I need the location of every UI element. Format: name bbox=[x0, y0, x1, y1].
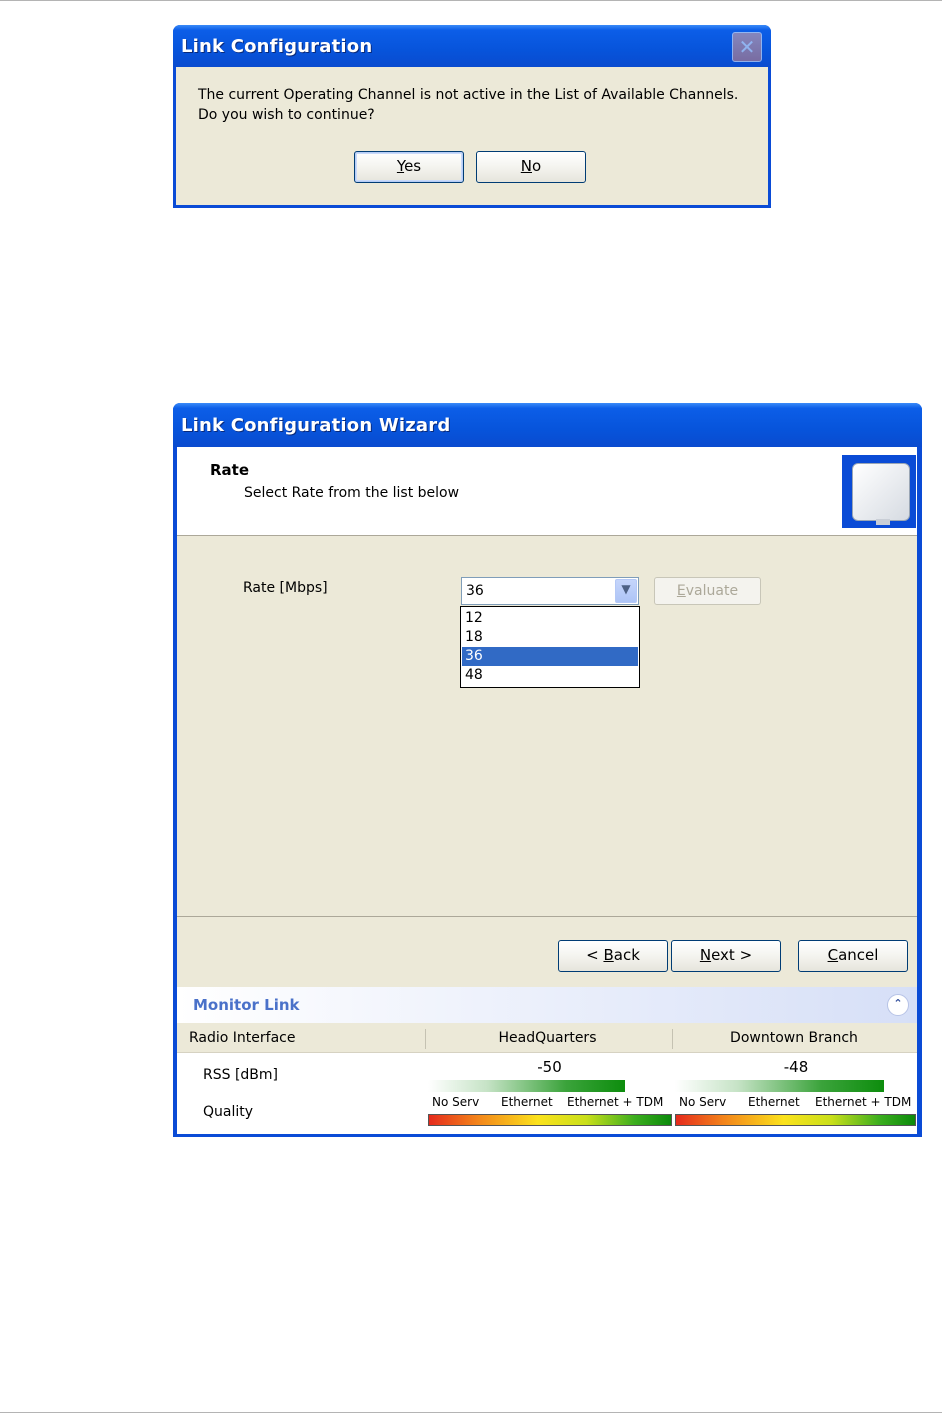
col-header-downtown-branch-label: Downtown Branch bbox=[730, 1030, 858, 1046]
cancel-accel: C bbox=[827, 946, 839, 964]
dialog-message-line2: Do you wish to continue? bbox=[198, 107, 375, 123]
rate-option-36[interactable]: 36 bbox=[462, 647, 638, 666]
rate-option-48[interactable]: 48 bbox=[462, 666, 638, 685]
close-icon[interactable]: ✕ bbox=[732, 32, 762, 62]
branch-quality-label-noserv: No Serv bbox=[679, 1095, 727, 1109]
row-label-quality: Quality bbox=[203, 1104, 254, 1120]
dialog-client: The current Operating Channel is not act… bbox=[176, 67, 768, 205]
link-configuration-dialog: Link Configuration ✕ The current Operati… bbox=[173, 25, 771, 208]
rate-dropdown-list: 12 18 36 48 bbox=[460, 606, 640, 688]
hq-quality-label-ethernet: Ethernet bbox=[501, 1095, 553, 1109]
branch-quality-bar bbox=[675, 1114, 916, 1126]
hq-rss-bar bbox=[428, 1080, 625, 1092]
yes-button[interactable]: Yes bbox=[354, 151, 464, 183]
page-top-rule bbox=[0, 0, 942, 1]
branch-rss-value: -48 bbox=[783, 1058, 809, 1076]
branch-quality-label-ethernet: Ethernet bbox=[748, 1095, 800, 1109]
evaluate-accel: E bbox=[676, 583, 686, 599]
monitor-link-header[interactable]: Monitor Link ⌃ bbox=[177, 987, 917, 1023]
dialog-titlebar: Link Configuration ✕ bbox=[173, 25, 771, 67]
col-header-headquarters: HeadQuarters bbox=[424, 1023, 671, 1053]
yes-accel: Y bbox=[396, 157, 405, 175]
col-header-downtown-branch: Downtown Branch bbox=[671, 1023, 917, 1053]
antenna-icon bbox=[842, 455, 916, 528]
collapse-chevron-icon[interactable]: ⌃ bbox=[887, 994, 909, 1016]
wizard-title: Link Configuration Wizard bbox=[181, 415, 451, 436]
link-configuration-wizard: Link Configuration Wizard Rate Select Ra… bbox=[173, 403, 922, 1137]
next-accel: N bbox=[699, 946, 712, 964]
col-separator bbox=[672, 1029, 673, 1049]
yes-label: es bbox=[404, 157, 422, 175]
rate-combobox[interactable]: 36 ▼ bbox=[461, 577, 639, 605]
monitor-link-grid: Radio Interface HeadQuarters Downtown Br… bbox=[177, 1023, 917, 1134]
hq-quality-label-ethernet-tdm: Ethernet + TDM bbox=[567, 1095, 664, 1109]
col-header-headquarters-label: HeadQuarters bbox=[498, 1030, 597, 1046]
dialog-message-line1: The current Operating Channel is not act… bbox=[198, 87, 739, 103]
branch-rss-bar bbox=[675, 1080, 884, 1092]
no-label: o bbox=[532, 157, 542, 175]
page-bottom-rule bbox=[0, 1412, 942, 1413]
branch-quality-label-ethernet-tdm: Ethernet + TDM bbox=[815, 1095, 912, 1109]
no-button[interactable]: No bbox=[476, 151, 586, 183]
back-prefix: < bbox=[586, 946, 604, 964]
hq-quality-bar bbox=[428, 1114, 672, 1126]
next-button[interactable]: Next > bbox=[671, 940, 781, 972]
rate-option-12[interactable]: 12 bbox=[462, 609, 638, 628]
wizard-footer: < Back Next > Cancel bbox=[177, 917, 917, 987]
wizard-header-subtitle: Select Rate from the list below bbox=[244, 485, 460, 501]
no-accel: N bbox=[520, 157, 533, 175]
rate-combobox-value: 36 bbox=[466, 583, 484, 599]
back-label: ack bbox=[613, 946, 640, 964]
evaluate-label: valuate bbox=[685, 583, 739, 599]
wizard-header-title: Rate bbox=[210, 461, 250, 479]
col-header-radio-interface: Radio Interface bbox=[177, 1023, 424, 1053]
row-label-rss: RSS [dBm] bbox=[203, 1067, 279, 1083]
col-separator bbox=[425, 1029, 426, 1049]
wizard-titlebar: Link Configuration Wizard bbox=[173, 403, 922, 447]
col-header-radio-interface-label: Radio Interface bbox=[189, 1030, 296, 1046]
hq-rss-value: -50 bbox=[537, 1058, 562, 1076]
dialog-title: Link Configuration bbox=[181, 36, 373, 57]
back-accel: B bbox=[603, 946, 614, 964]
next-label: ext > bbox=[711, 946, 753, 964]
wizard-header: Rate Select Rate from the list below bbox=[177, 447, 917, 536]
cancel-button[interactable]: Cancel bbox=[798, 940, 908, 972]
rate-option-18[interactable]: 18 bbox=[462, 628, 638, 647]
rate-label: Rate [Mbps] bbox=[243, 580, 328, 596]
back-button[interactable]: < Back bbox=[558, 940, 668, 972]
hq-quality-label-noserv: No Serv bbox=[432, 1095, 480, 1109]
cancel-label: ancel bbox=[838, 946, 879, 964]
evaluate-button[interactable]: Evaluate bbox=[654, 577, 761, 605]
monitor-link-title: Monitor Link bbox=[193, 996, 300, 1014]
chevron-down-icon[interactable]: ▼ bbox=[615, 579, 637, 603]
